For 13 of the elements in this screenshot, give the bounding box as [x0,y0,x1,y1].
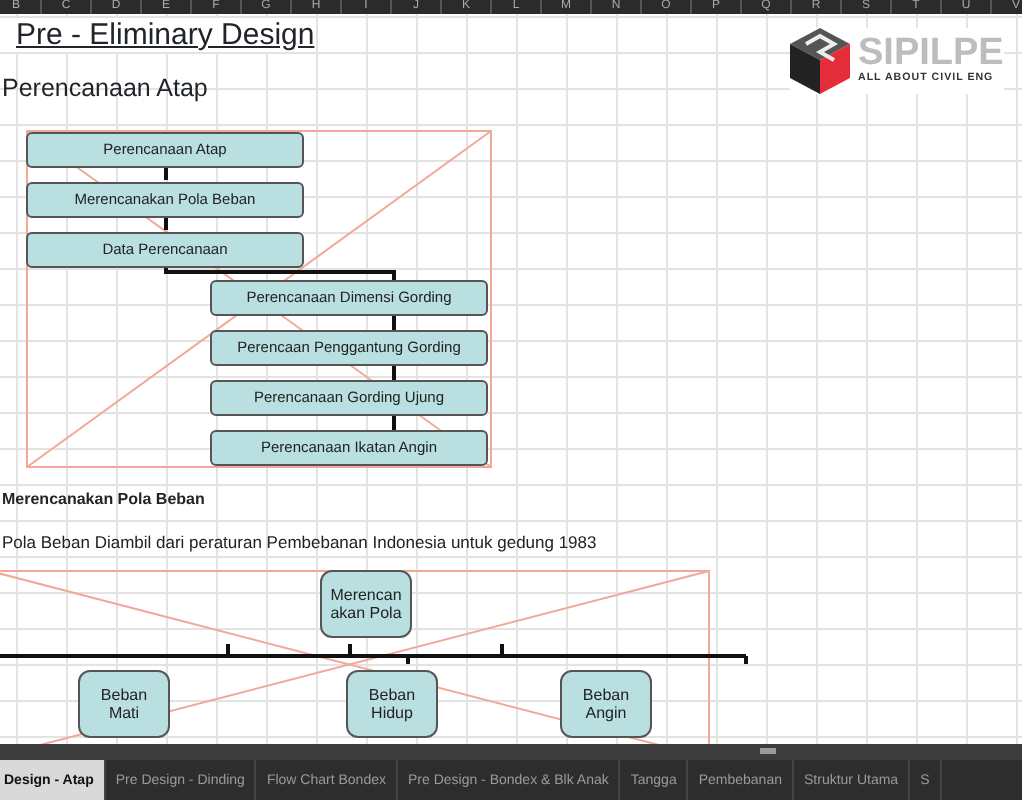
diagram-node: Beban Mati [78,670,170,738]
connector-line [392,314,396,432]
note-text: Pola Beban Diambil dari peraturan Pembebanan Indonesia untuk gedung 1983 [2,530,597,556]
cube-logo-icon [790,28,850,94]
scrollbar-thumb[interactable] [760,748,776,754]
diagram-node: Beban Hidup [346,670,438,738]
horizontal-scrollbar[interactable] [0,744,1022,760]
diagram-node: Merencanakan Pola [320,570,412,638]
section-heading: Perencanaan Atap [2,74,208,104]
sheet-title: Pre - Eliminary Design [16,18,315,52]
section-heading: Merencanakan Pola Beban [2,488,205,512]
diagram-node: Beban Angin [560,670,652,738]
logo-name: SIPILPE [858,35,1004,72]
